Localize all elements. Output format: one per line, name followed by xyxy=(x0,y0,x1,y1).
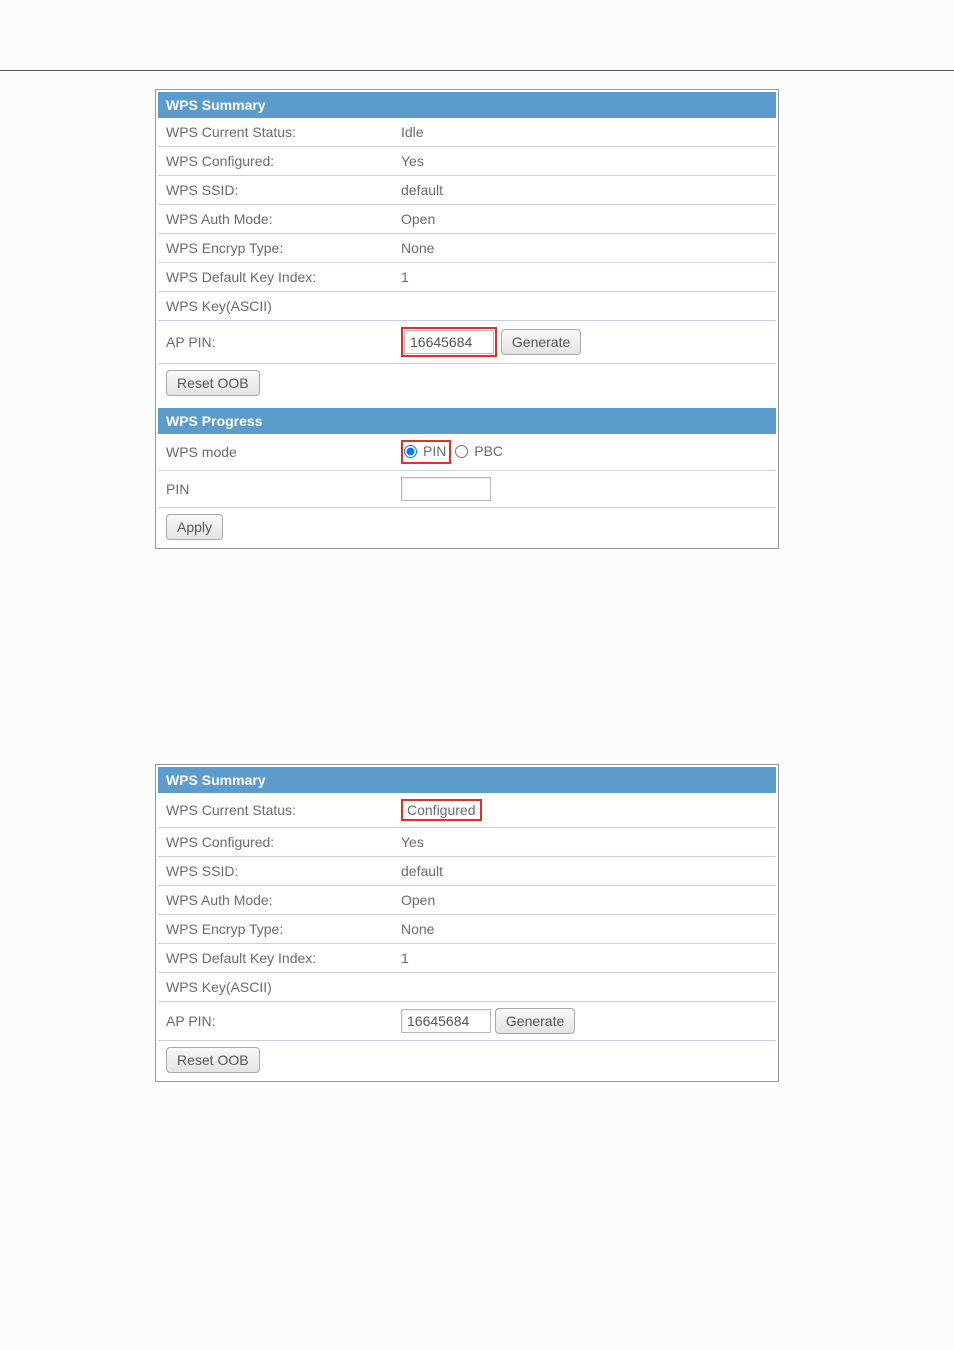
table-row: WPS Encryp Type: None xyxy=(158,914,776,943)
table-row: PIN xyxy=(158,470,776,507)
auth-value: Open xyxy=(393,205,776,234)
encryp-value: None xyxy=(393,914,776,943)
reset-oob-button[interactable]: Reset OOB xyxy=(166,370,260,396)
keyascii-label: WPS Key(ASCII) xyxy=(158,972,393,1001)
status-value-cell: Configured xyxy=(393,793,776,828)
status-highlight: Configured xyxy=(401,799,482,821)
auth-value: Open xyxy=(393,885,776,914)
ssid-value: default xyxy=(393,856,776,885)
encryp-label: WPS Encryp Type: xyxy=(158,914,393,943)
keyascii-value xyxy=(393,972,776,1001)
table-row: WPS Configured: Yes xyxy=(158,827,776,856)
table-row: WPS Auth Mode: Open xyxy=(158,885,776,914)
keyidx-label: WPS Default Key Index: xyxy=(158,263,393,292)
table-row: WPS SSID: default xyxy=(158,176,776,205)
pin-cell xyxy=(393,470,776,507)
table-row: WPS Encryp Type: None xyxy=(158,234,776,263)
appin-input[interactable] xyxy=(404,330,494,354)
table-row: WPS Default Key Index: 1 xyxy=(158,943,776,972)
wps-summary-table: WPS Current Status: Idle WPS Configured:… xyxy=(158,118,776,402)
configured-value: Yes xyxy=(393,827,776,856)
table-row: WPS Key(ASCII) xyxy=(158,292,776,321)
table-row: WPS Key(ASCII) xyxy=(158,972,776,1001)
table-row: Reset OOB xyxy=(158,1040,776,1079)
appin-highlight xyxy=(401,327,497,357)
status-value: Idle xyxy=(393,118,776,147)
pbc-radio-label: PBC xyxy=(474,443,503,459)
pin-radio[interactable] xyxy=(404,445,417,458)
encryp-label: WPS Encryp Type: xyxy=(158,234,393,263)
ssid-value: default xyxy=(393,176,776,205)
top-divider xyxy=(0,70,954,71)
table-row: AP PIN: Generate xyxy=(158,1001,776,1040)
wps-panel-2: WPS Summary WPS Current Status: Configur… xyxy=(155,764,779,1082)
wps-mode-cell: PIN PBC xyxy=(393,434,776,470)
wps-mode-label: WPS mode xyxy=(158,434,393,470)
appin-label: AP PIN: xyxy=(158,1001,393,1040)
apply-button[interactable]: Apply xyxy=(166,514,223,540)
auth-label: WPS Auth Mode: xyxy=(158,205,393,234)
status-label: WPS Current Status: xyxy=(158,793,393,828)
table-row: Apply xyxy=(158,507,776,546)
auth-label: WPS Auth Mode: xyxy=(158,885,393,914)
table-row: WPS Configured: Yes xyxy=(158,147,776,176)
pin-radio-highlight: PIN xyxy=(401,440,451,464)
wps-progress-table: WPS mode PIN PBC PIN xyxy=(158,434,776,546)
appin-cell: Generate xyxy=(393,321,776,364)
generate-button[interactable]: Generate xyxy=(495,1008,575,1034)
table-row: WPS Auth Mode: Open xyxy=(158,205,776,234)
wps-summary-header-2: WPS Summary xyxy=(158,767,776,793)
pin-radio-label: PIN xyxy=(423,443,446,459)
pbc-radio[interactable] xyxy=(455,445,468,458)
status-label: WPS Current Status: xyxy=(158,118,393,147)
configured-label: WPS Configured: xyxy=(158,147,393,176)
table-row: WPS Current Status: Configured xyxy=(158,793,776,828)
table-row: WPS Default Key Index: 1 xyxy=(158,263,776,292)
table-row: WPS mode PIN PBC xyxy=(158,434,776,470)
encryp-value: None xyxy=(393,234,776,263)
configured-label: WPS Configured: xyxy=(158,827,393,856)
keyascii-label: WPS Key(ASCII) xyxy=(158,292,393,321)
table-row: WPS SSID: default xyxy=(158,856,776,885)
generate-button[interactable]: Generate xyxy=(501,329,581,355)
wps-summary-header: WPS Summary xyxy=(158,92,776,118)
reset-oob-button[interactable]: Reset OOB xyxy=(166,1047,260,1073)
table-row: WPS Current Status: Idle xyxy=(158,118,776,147)
appin-cell: Generate xyxy=(393,1001,776,1040)
keyidx-value: 1 xyxy=(393,943,776,972)
keyidx-value: 1 xyxy=(393,263,776,292)
configured-value: Yes xyxy=(393,147,776,176)
keyascii-value xyxy=(393,292,776,321)
table-row: Reset OOB xyxy=(158,364,776,403)
table-row: AP PIN: Generate xyxy=(158,321,776,364)
keyidx-label: WPS Default Key Index: xyxy=(158,943,393,972)
pin-input[interactable] xyxy=(401,477,491,501)
appin-input[interactable] xyxy=(401,1009,491,1033)
appin-label: AP PIN: xyxy=(158,321,393,364)
wps-panel-1: WPS Summary WPS Current Status: Idle WPS… xyxy=(155,89,779,549)
wps-summary-table-2: WPS Current Status: Configured WPS Confi… xyxy=(158,793,776,1079)
pin-label: PIN xyxy=(158,470,393,507)
ssid-label: WPS SSID: xyxy=(158,176,393,205)
ssid-label: WPS SSID: xyxy=(158,856,393,885)
wps-progress-header: WPS Progress xyxy=(158,408,776,434)
